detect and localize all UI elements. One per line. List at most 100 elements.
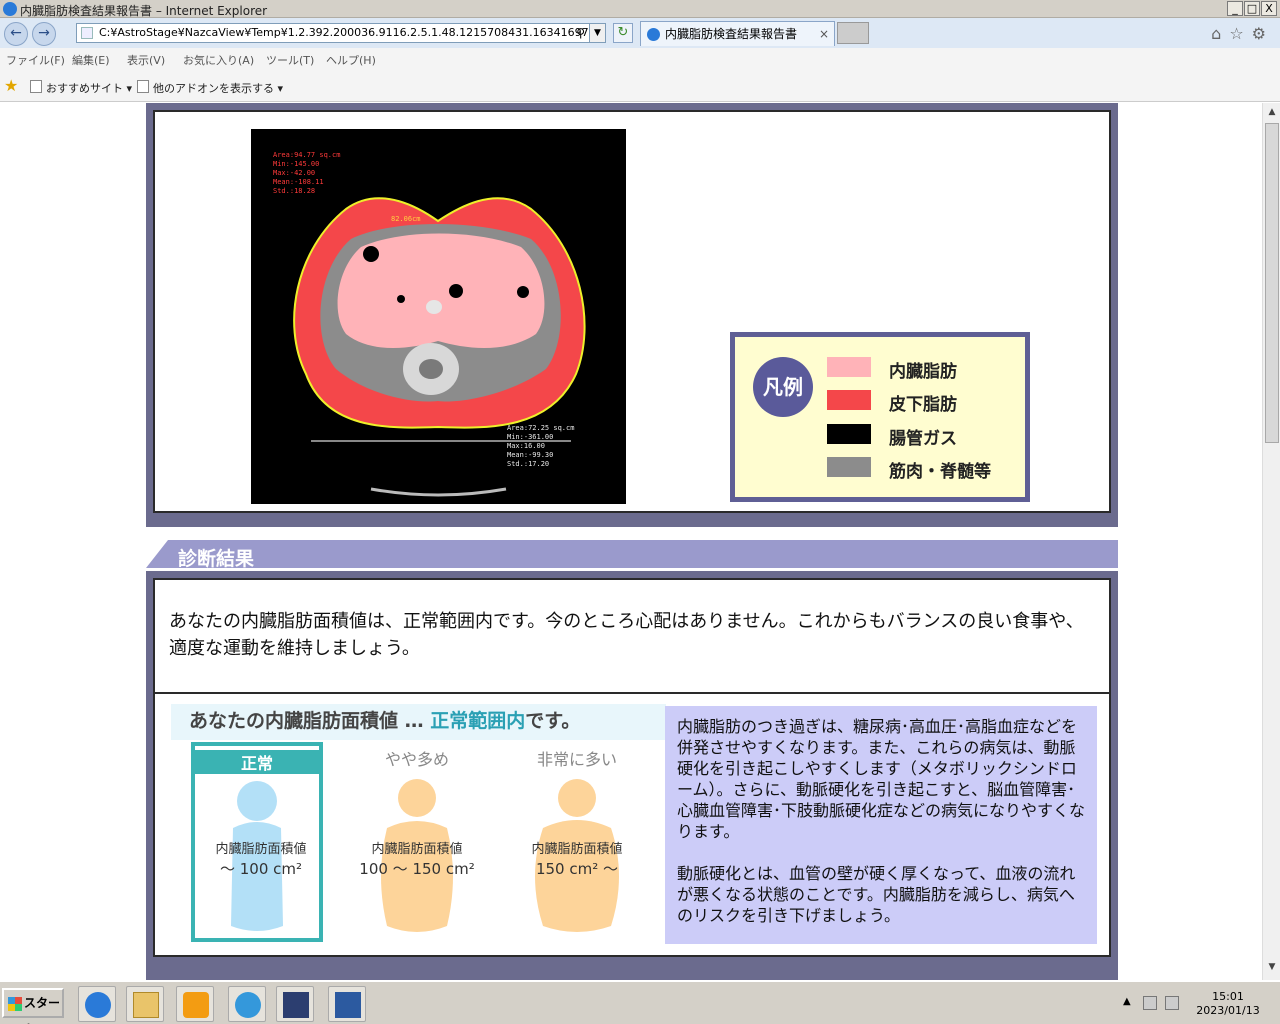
summary-highlight: 正常範囲内 <box>430 710 526 732</box>
favorites-bar: ★ おすすめサイト ▾ 他のアドオンを表示する ▾ <box>0 72 1280 102</box>
taskbar-viewer-icon[interactable] <box>276 986 314 1022</box>
search-icon[interactable]: ⚲ <box>576 24 585 42</box>
tab-title: 内臓脂肪検査結果報告書 <box>665 27 798 41</box>
toolbar-icons: ⌂☆⚙ <box>1211 24 1274 43</box>
legend-label: 腸管ガス <box>889 429 957 449</box>
diagnosis-text-panel: あなたの内臓脂肪面積値は、正常範囲内です。今のところ心配はありません。これからも… <box>153 578 1111 696</box>
tab-report[interactable]: 内臓脂肪検査結果報告書 × <box>640 21 835 46</box>
close-button[interactable]: X <box>1261 1 1277 16</box>
menu-file[interactable]: ファイル(F) <box>6 52 65 68</box>
navigation-bar: ← → C:¥AstroStage¥NazcaView¥Temp¥1.2.392… <box>0 18 1280 48</box>
taskbar-ie-icon[interactable] <box>78 986 116 1022</box>
category-val-range: 150 cm² ～ <box>535 860 619 878</box>
windows-logo-icon <box>8 997 22 1011</box>
start-label: スタート <box>24 996 61 1024</box>
back-button[interactable]: ← <box>4 22 28 46</box>
category-very-high: 非常に多い 内臓脂肪面積値 150 cm² ～ <box>511 742 643 942</box>
illustration-panel: あなたの内臓脂肪面積値 … 正常範囲内です。 正常 内臓脂肪面積値 ～ 100 … <box>153 692 1111 957</box>
legend-swatch <box>827 424 871 444</box>
menu-favorites[interactable]: お気に入り(A) <box>183 52 254 68</box>
summary-prefix: あなたの内臓脂肪面積値 … <box>189 710 431 732</box>
summary-suffix: です。 <box>525 710 581 732</box>
forward-button[interactable]: → <box>32 22 56 46</box>
address-url: C:¥AstroStage¥NazcaView¥Temp¥1.2.392.200… <box>99 26 606 39</box>
legend-swatch <box>827 390 871 410</box>
legend-label: 皮下脂肪 <box>889 395 957 415</box>
diagnosis-title: 診断結果 <box>178 548 255 570</box>
info-panel: 内臓脂肪のつき過ぎは、糖尿病･高血圧･高脂血症などを併発させやすくなります。また… <box>665 706 1097 944</box>
category-val-label: 内臓脂肪面積値 <box>215 842 307 857</box>
ct-frame: Area:94.77 sq.cm Min:-145.00 Max:-42.00 … <box>146 103 1118 527</box>
legend-label: 筋肉・脊髄等 <box>889 462 991 482</box>
maximize-button[interactable]: □ <box>1244 1 1260 16</box>
diagnosis-header: 診断結果 <box>146 540 1118 570</box>
address-dropdown-icon[interactable]: ▼ <box>589 24 605 42</box>
tray-expand-icon[interactable]: ▲ <box>1123 996 1131 1007</box>
legend-box: 凡例 内臓脂肪 皮下脂肪 腸管ガス 筋肉・脊髄等 <box>730 332 1030 502</box>
fav-label: 他のアドオンを表示する ▾ <box>153 82 284 95</box>
category-normal: 正常 内臓脂肪面積値 ～ 100 cm² <box>191 742 323 942</box>
taskbar-media-player-icon[interactable] <box>176 986 214 1022</box>
category-head: 非常に多い <box>536 750 617 769</box>
legend-swatch <box>827 457 871 477</box>
ct-scan-image: Area:94.77 sq.cm Min:-145.00 Max:-42.00 … <box>251 129 626 504</box>
taskbar-explorer-icon[interactable] <box>126 986 164 1022</box>
diagnosis-text: あなたの内臓脂肪面積値は、正常範囲内です。今のところ心配はありません。これからも… <box>169 611 1084 659</box>
ct-top-stats: Area:94.77 sq.cm Min:-145.00 Max:-42.00 … <box>273 151 341 195</box>
category-val-range: ～ 100 cm² <box>219 860 303 878</box>
scroll-thumb[interactable] <box>1265 123 1279 443</box>
ie-tab-icon <box>647 28 660 41</box>
address-bar[interactable]: C:¥AstroStage¥NazcaView¥Temp¥1.2.392.200… <box>76 23 606 43</box>
page-icon <box>137 80 149 93</box>
diagnosis-header-band <box>146 540 1118 568</box>
vertical-scrollbar[interactable]: ▲ ▼ <box>1262 103 1280 980</box>
info-paragraph-2: 動脈硬化とは、血管の壁が硬く厚くなって、血液の流れが悪くなる状態のことです。内臓… <box>677 864 1076 925</box>
ct-center-label: 82.06cm <box>391 215 421 223</box>
clock[interactable]: 15:01 2023/01/13 <box>1193 990 1263 1018</box>
info-paragraph-1: 内臓脂肪のつき過ぎは、糖尿病･高血圧･高脂血症などを併発させやすくなります。また… <box>677 717 1086 841</box>
start-button[interactable]: スタート <box>2 988 64 1024</box>
result-summary-bar: あなたの内臓脂肪面積値 … 正常範囲内です。 <box>171 704 666 740</box>
page-content: Area:94.77 sq.cm Min:-145.00 Max:-42.00 … <box>0 103 1262 980</box>
clock-time: 15:01 <box>1212 990 1244 1003</box>
menu-bar: ファイル(F) 編集(E) 表示(V) お気に入り(A) ツール(T) ヘルプ(… <box>0 48 1280 72</box>
network-icon[interactable] <box>1143 996 1157 1010</box>
fav-recommended-sites[interactable]: おすすめサイト ▾ <box>30 80 132 96</box>
refresh-button[interactable]: ↻ <box>613 23 633 43</box>
tab-close-icon[interactable]: × <box>819 22 829 46</box>
ct-bottom-stats: Area:72.25 sq.cm Min:-361.00 Max:16.00 M… <box>507 424 575 468</box>
window-title: 内臓脂肪検査結果報告書 – Internet Explorer <box>20 4 268 18</box>
fav-more-addons[interactable]: 他のアドオンを表示する ▾ <box>137 80 283 96</box>
menu-view[interactable]: 表示(V) <box>127 52 165 68</box>
home-icon[interactable]: ⌂ <box>1211 24 1229 43</box>
scroll-down-icon[interactable]: ▼ <box>1265 962 1279 976</box>
category-val-label: 内臓脂肪面積値 <box>531 842 623 857</box>
taskbar-app-icon[interactable] <box>228 986 266 1022</box>
legend-title: 凡例 <box>753 357 813 417</box>
volume-icon[interactable] <box>1165 996 1179 1010</box>
ie-icon <box>3 2 17 16</box>
title-bar: 内臓脂肪検査結果報告書 – Internet Explorer _ □ X <box>0 0 1280 18</box>
menu-help[interactable]: ヘルプ(H) <box>326 52 376 68</box>
category-head: やや多め <box>384 750 449 769</box>
category-slightly-high: やや多め 内臓脂肪面積値 100 ～ 150 cm² <box>351 742 483 942</box>
favorites-star-icon[interactable]: ☆ <box>1229 24 1251 43</box>
category-val-range: 100 ～ 150 cm² <box>359 860 475 878</box>
taskbar-nazca-icon[interactable] <box>328 986 366 1022</box>
new-tab-button[interactable] <box>837 22 869 44</box>
settings-gear-icon[interactable]: ⚙ <box>1252 24 1274 43</box>
menu-tools[interactable]: ツール(T) <box>266 52 314 68</box>
clock-date: 2023/01/13 <box>1196 1004 1260 1017</box>
ct-panel: Area:94.77 sq.cm Min:-145.00 Max:-42.00 … <box>153 110 1111 513</box>
fav-label: おすすめサイト ▾ <box>46 82 133 95</box>
favorites-icon[interactable]: ★ <box>4 76 18 95</box>
category-head: 正常 <box>191 750 323 774</box>
system-tray: ▲ 15:01 2023/01/13 <box>1115 986 1280 1022</box>
scroll-up-icon[interactable]: ▲ <box>1265 107 1279 121</box>
page-icon <box>30 80 42 93</box>
page-icon <box>81 27 93 39</box>
legend-swatch <box>827 357 871 377</box>
menu-edit[interactable]: 編集(E) <box>72 52 110 68</box>
minimize-button[interactable]: _ <box>1227 1 1243 16</box>
diagnosis-frame: あなたの内臓脂肪面積値は、正常範囲内です。今のところ心配はありません。これからも… <box>146 571 1118 980</box>
